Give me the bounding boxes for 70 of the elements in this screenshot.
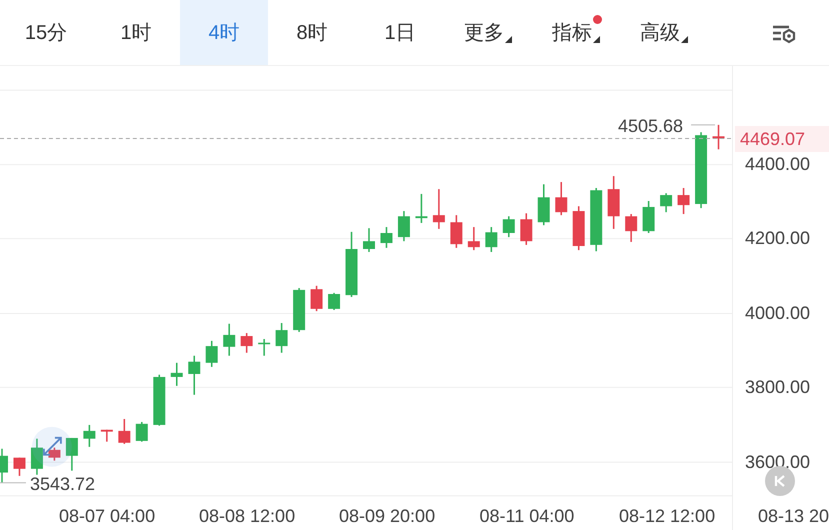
tab[interactable]: 1日 <box>356 0 444 65</box>
candle <box>485 227 498 252</box>
candle <box>188 356 200 395</box>
candle <box>590 188 602 252</box>
candle <box>520 213 532 245</box>
candle <box>432 189 445 229</box>
axis-label: 08-12 12:00 <box>619 505 716 527</box>
axis-label: 4400.00 <box>745 153 810 175</box>
candle <box>83 424 96 447</box>
tab[interactable]: 高级 <box>620 0 708 65</box>
candle <box>380 227 392 248</box>
axis-label: 08-11 04:00 <box>480 505 574 527</box>
expand-icon[interactable] <box>32 426 72 467</box>
candle <box>100 430 113 442</box>
candle <box>223 324 236 356</box>
candle <box>678 188 690 214</box>
candle <box>206 340 218 367</box>
caret-icon <box>681 36 688 43</box>
chevron-icon <box>773 474 787 488</box>
candle <box>642 201 655 233</box>
high-price-label: 4505.68 <box>618 114 684 137</box>
candle <box>363 228 375 252</box>
axis-label: 3600.00 <box>745 450 810 473</box>
leader-line <box>690 124 716 126</box>
axis-label: 08-07 04:00 <box>59 505 156 527</box>
candle <box>0 448 8 483</box>
tab[interactable]: 4时 <box>180 0 268 65</box>
tab[interactable]: 8时 <box>268 0 356 65</box>
tab[interactable]: 1时 <box>92 0 180 65</box>
candle <box>310 286 323 312</box>
candle <box>346 232 358 297</box>
axis-label: 4200.00 <box>745 227 810 250</box>
candle <box>660 193 672 212</box>
candle <box>293 288 306 332</box>
candle <box>608 176 620 229</box>
axis-label: 08-08 12:00 <box>199 505 296 527</box>
axis-label: 4000.00 <box>745 302 810 324</box>
candle <box>398 211 410 242</box>
axis-label: 08-13 20 <box>758 505 829 527</box>
candle <box>555 182 568 216</box>
candle <box>258 339 270 356</box>
candle <box>136 422 148 442</box>
candle <box>502 216 515 238</box>
candle <box>66 438 78 471</box>
low-price-label: 3543.72 <box>30 472 96 495</box>
candle <box>468 227 480 250</box>
axis-label: 3800.00 <box>745 376 810 398</box>
leader-line <box>0 482 26 484</box>
candle <box>48 448 60 461</box>
tab[interactable]: 更多 <box>444 0 532 65</box>
candle <box>415 194 428 223</box>
caret-icon <box>505 36 512 43</box>
candle <box>538 184 550 226</box>
candle <box>170 362 183 386</box>
candle <box>153 374 166 426</box>
tab[interactable]: 指标 <box>532 0 620 65</box>
caret-icon <box>593 36 600 43</box>
candle <box>450 215 462 248</box>
candle <box>276 323 288 353</box>
axis-label: 08-09 20:00 <box>339 505 436 527</box>
candle <box>240 333 253 353</box>
tab[interactable]: 15分 <box>0 0 92 65</box>
candle <box>13 458 26 476</box>
candle <box>572 206 585 250</box>
candle <box>328 292 340 310</box>
candle <box>30 438 43 475</box>
candle <box>118 419 130 444</box>
candle <box>625 214 638 242</box>
candle <box>712 124 724 150</box>
last-price-label: 4469.07 <box>735 126 829 152</box>
